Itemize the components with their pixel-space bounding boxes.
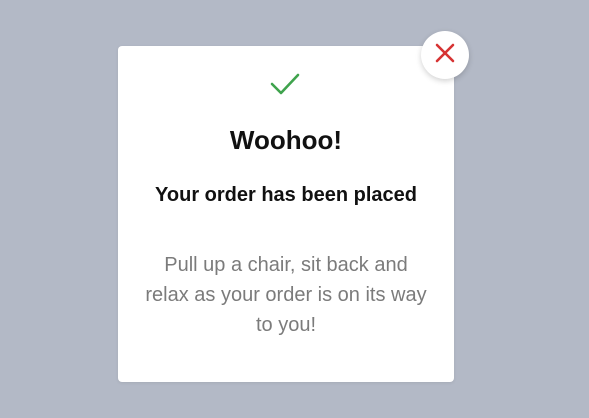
dialog-title: Woohoo!: [229, 125, 343, 155]
close-button[interactable]: [421, 31, 469, 79]
dialog-subtitle: Your order has been placed: [155, 184, 417, 206]
close-icon: [435, 43, 455, 68]
check-icon: [270, 73, 300, 95]
dialog-message: Pull up a chair, sit back and relax as y…: [145, 254, 427, 336]
order-confirmation-dialog: Woohoo! Your order has been placed Pull …: [118, 46, 454, 382]
